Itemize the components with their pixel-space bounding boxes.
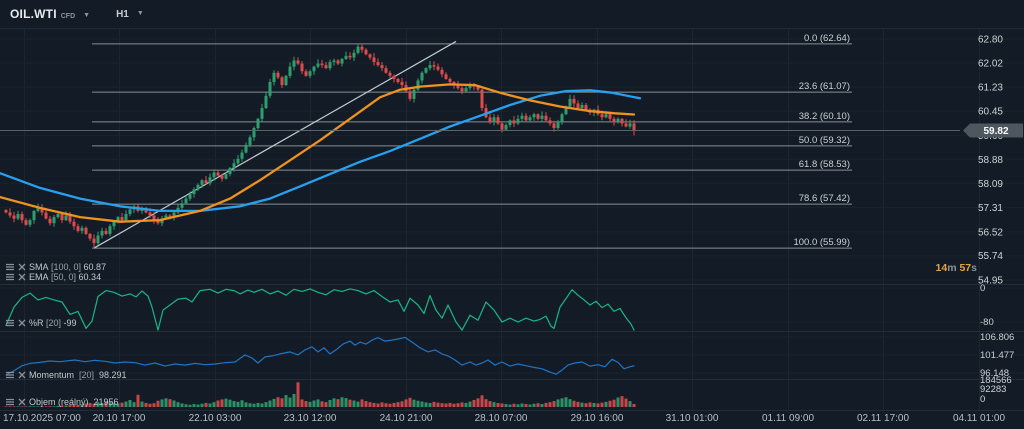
indicator-name: Objem (reálný) — [29, 397, 89, 407]
indicator-value: 60.34 — [79, 272, 102, 282]
symbol-name: OIL.WTI — [10, 7, 57, 21]
price-axis-label: 57.31 — [978, 203, 1003, 214]
indicator-params: [20] — [74, 370, 99, 380]
indicator-legend-sma: SMA [100, 0] 60.87 — [6, 262, 106, 272]
indicator-axis-label: 106.806 — [980, 332, 1014, 343]
current-price-badge: 59.82 — [963, 123, 1023, 137]
fibonacci-retracement[interactable]: 0.0 (62.64) 23.6 (61.07) 38.2 (60.10) 50.0 … — [92, 33, 852, 248]
indicator-value: 60.87 — [84, 262, 107, 272]
svg-text:59.82: 59.82 — [983, 126, 1008, 137]
indicator-legend-momentum: Momentum [20] 98.291 — [6, 370, 127, 380]
indicator-settings-icon[interactable] — [6, 371, 15, 379]
indicator-axis-label: -80 — [980, 317, 994, 328]
chevron-down-icon: ▼ — [137, 10, 144, 17]
symbol-type-badge: CFD — [61, 13, 75, 20]
time-axis-label: 28.10 07:00 — [475, 413, 528, 424]
chevron-down-icon: ▼ — [83, 12, 90, 19]
indicator-settings-icon[interactable] — [6, 319, 15, 327]
fib-label: 0.0 (62.64) — [804, 33, 850, 44]
price-axis-label: 58.88 — [978, 155, 1003, 166]
indicator-close-icon[interactable] — [18, 398, 26, 406]
indicator-close-icon[interactable] — [18, 319, 26, 327]
fib-label: 78.6 (57.42) — [799, 193, 850, 204]
fib-label: 23.6 (61.07) — [799, 81, 850, 92]
time-axis-label: 04.11 01:00 — [953, 413, 1006, 424]
indicator-close-icon[interactable] — [18, 371, 26, 379]
fib-label: 100.0 (55.99) — [793, 237, 850, 248]
time-axis-label: 20.10 17:00 — [93, 413, 146, 424]
indicator-legend-ema: EMA [50, 0] 60.34 — [6, 272, 101, 282]
indicator-value: -99 — [64, 318, 77, 328]
indicator-legend-volume: Objem (reálný) 21956 — [6, 397, 119, 407]
time-axis-label: 29.10 16:00 — [571, 413, 624, 424]
time-axis-label: 31.10 01:00 — [666, 413, 719, 424]
timeframe-label: H1 — [116, 9, 129, 20]
indicator-axis-label: 101.477 — [980, 350, 1014, 361]
sma-line — [0, 90, 640, 211]
price-axis-label: 62.02 — [978, 58, 1003, 69]
indicator-name: Momentum — [29, 370, 74, 380]
price-axis[interactable]: 62.8062.0261.2360.4559.6658.8858.0957.31… — [978, 35, 1014, 406]
timer-seconds-unit: s — [971, 262, 977, 274]
chart-toolbar: OIL.WTI CFD ▼ H1 ▼ — [0, 0, 1024, 29]
candle-countdown-timer: 14m 57s — [936, 262, 977, 274]
indicator-settings-icon[interactable] — [6, 263, 15, 271]
time-axis-label: 24.10 21:00 — [380, 413, 433, 424]
indicator-params: [20] — [44, 318, 64, 328]
indicator-axis-label: 0 — [980, 283, 985, 294]
fib-label: 38.2 (60.10) — [799, 111, 850, 122]
timer-minutes: 14 — [936, 262, 948, 274]
indicator-name: %R — [29, 318, 44, 328]
time-axis-label: 17.10.2025 07:00 — [3, 413, 81, 424]
indicator-name: EMA — [29, 272, 49, 282]
indicator-name: SMA — [29, 262, 49, 272]
wpr-line — [6, 289, 634, 330]
time-axis-label: 22.10 03:00 — [189, 413, 242, 424]
timer-minutes-unit: m — [947, 262, 959, 274]
trendline[interactable] — [94, 41, 456, 248]
price-axis-label: 61.23 — [978, 83, 1003, 94]
price-axis-label: 60.45 — [978, 107, 1003, 118]
time-axis-label: 02.11 17:00 — [857, 413, 910, 424]
indicator-value: 21956 — [94, 397, 119, 407]
chart-canvas[interactable]: 0.0 (62.64) 23.6 (61.07) 38.2 (60.10) 50.0 … — [0, 0, 1024, 429]
price-axis-label: 62.80 — [978, 35, 1003, 46]
indicator-params: [50, 0] — [49, 272, 79, 282]
price-axis-label: 55.74 — [978, 251, 1003, 262]
symbol-selector[interactable]: OIL.WTI CFD ▼ — [10, 7, 90, 21]
indicator-params: [100, 0] — [49, 262, 84, 272]
time-axis[interactable]: 17.10.2025 07:00 20.10 17:00 22.10 03:00 23… — [3, 413, 1005, 424]
indicator-close-icon[interactable] — [18, 273, 26, 281]
timer-seconds: 57 — [959, 262, 971, 274]
time-axis-label: 01.11 09:00 — [762, 413, 815, 424]
indicator-settings-icon[interactable] — [6, 273, 15, 281]
time-axis-label: 23.10 12:00 — [284, 413, 337, 424]
indicator-settings-icon[interactable] — [6, 398, 15, 406]
indicator-legend-wpr: %R [20] -99 — [6, 318, 77, 328]
price-axis-label: 58.09 — [978, 179, 1003, 190]
fib-label: 50.0 (59.32) — [799, 135, 850, 146]
timeframe-selector[interactable]: H1 ▼ — [116, 9, 144, 20]
price-axis-label: 56.52 — [978, 227, 1003, 238]
trading-chart-widget: OIL.WTI CFD ▼ H1 ▼ 0.0 (62.64) 23.6 (61.0… — [0, 0, 1024, 429]
indicator-close-icon[interactable] — [18, 263, 26, 271]
indicator-axis-label: 0 — [980, 394, 985, 405]
indicator-value: 98.291 — [99, 370, 127, 380]
fib-label: 61.8 (58.53) — [799, 159, 850, 170]
horizontal-gridlines — [0, 39, 1024, 373]
